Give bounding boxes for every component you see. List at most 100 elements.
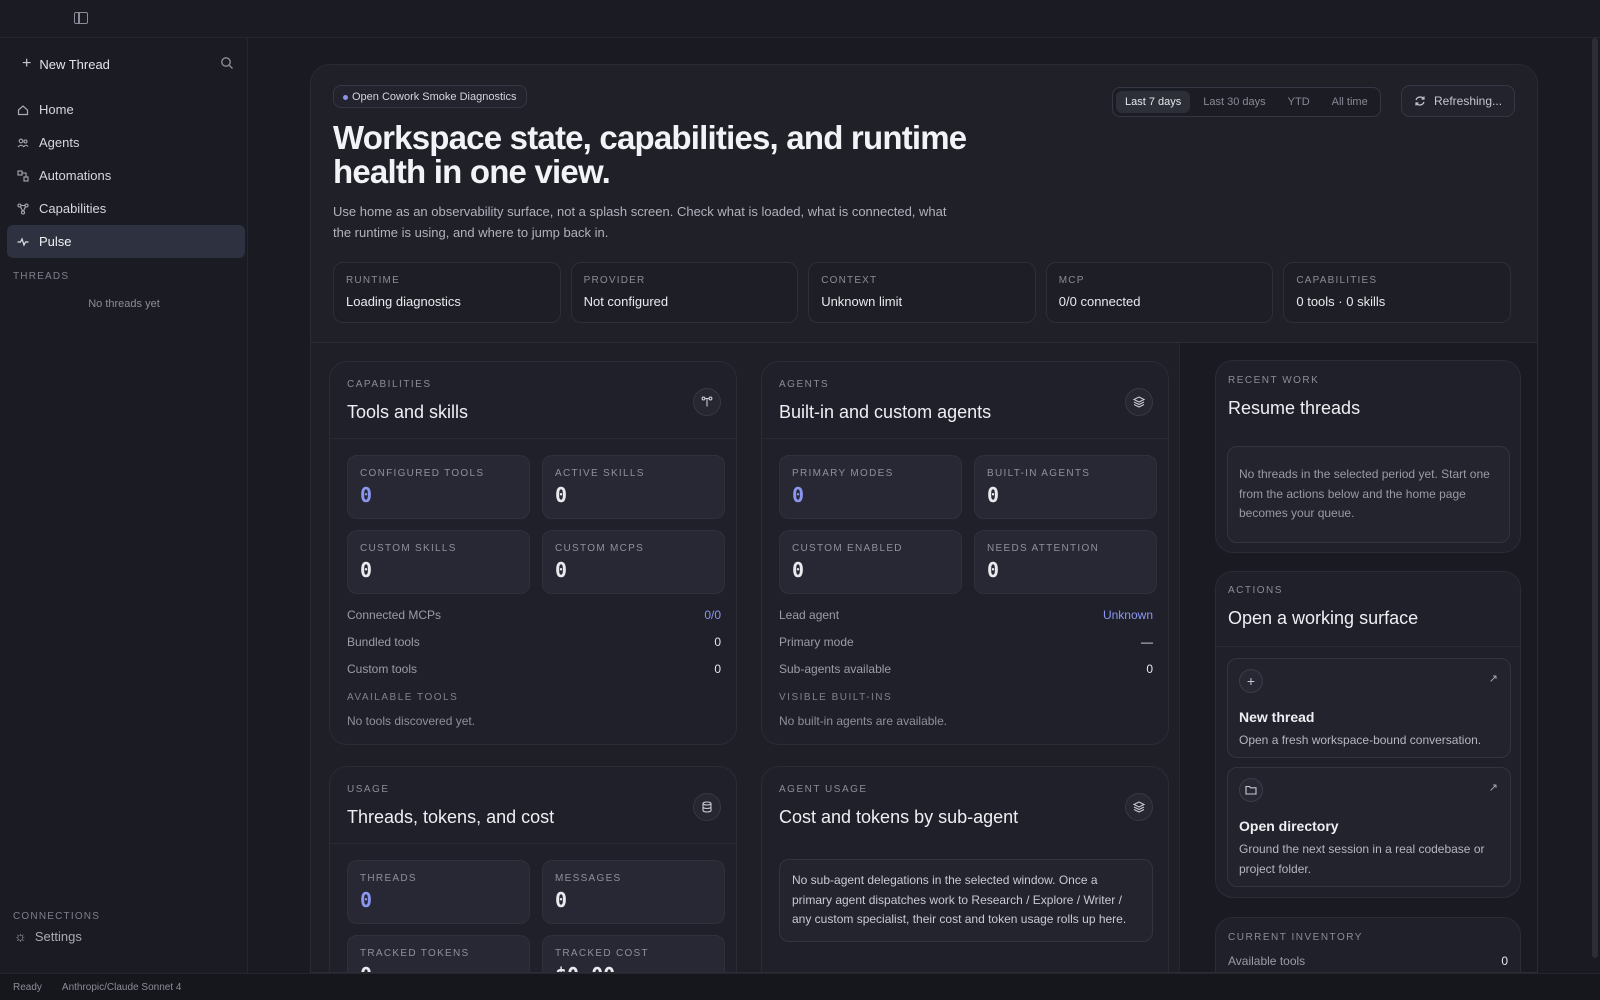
tile-label: MESSAGES — [555, 873, 622, 884]
sidebar-item-agents[interactable]: Agents — [7, 126, 245, 159]
range-last-30-days[interactable]: Last 30 days — [1194, 91, 1274, 113]
stat-label: RUNTIME — [346, 275, 400, 286]
agents-card-button[interactable] — [1125, 388, 1153, 416]
agent-usage-card: AGENT USAGE Cost and tokens by sub-agent… — [761, 766, 1169, 972]
search-icon — [221, 57, 233, 69]
agent-usage-card-button[interactable] — [1125, 793, 1153, 821]
row-lead-agent: Lead agent Unknown — [779, 608, 1153, 626]
new-thread-button[interactable]: + New Thread — [12, 49, 205, 79]
scrollbar[interactable] — [1590, 38, 1600, 973]
tile-custom-enabled: CUSTOM ENABLED 0 — [779, 530, 962, 594]
no-threads-text: No threads yet — [88, 298, 160, 310]
sidebar: + New Thread Home Agents Automations Cap… — [0, 38, 248, 973]
action-description: Open a fresh workspace-bound conversatio… — [1239, 733, 1482, 747]
tile-value: 0 — [792, 483, 805, 507]
tile-label: TRACKED TOKENS — [360, 948, 470, 959]
new-thread-action[interactable]: + ↗ New thread Open a fresh workspace-bo… — [1227, 658, 1511, 758]
available-tools-label: AVAILABLE TOOLS — [347, 692, 459, 703]
stat-provider: PROVIDER Not configured — [570, 262, 799, 323]
tile-custom-mcps: CUSTOM MCPS 0 — [542, 530, 725, 594]
stat-capabilities: CAPABILITIES 0 tools · 0 skills — [1283, 262, 1511, 323]
stat-label: MCP — [1058, 275, 1085, 286]
sidebar-item-automations[interactable]: Automations — [7, 159, 245, 192]
stat-label: PROVIDER — [583, 275, 646, 286]
refresh-button[interactable]: Refreshing... — [1401, 85, 1516, 117]
card-kicker: CAPABILITIES — [347, 379, 432, 390]
usage-card-button[interactable] — [693, 793, 721, 821]
available-tools-empty: No tools discovered yet. — [347, 714, 476, 728]
action-title: Open directory — [1239, 818, 1339, 834]
row-value: Unknown — [1102, 608, 1153, 622]
tile-needs-attention: NEEDS ATTENTION 0 — [974, 530, 1157, 594]
tile-tracked-cost: TRACKED COST $0.00 — [542, 935, 725, 972]
row-primary-mode: Primary mode — — [779, 635, 1153, 653]
stat-value: Not configured — [583, 294, 669, 309]
divider — [330, 843, 736, 844]
tile-value: 0 — [792, 558, 805, 582]
row-value: 0 — [1146, 662, 1153, 676]
model-indicator[interactable]: Anthropic/Claude Sonnet 4 — [62, 982, 182, 993]
card-title: Resume threads — [1228, 398, 1361, 418]
row-sub-agents: Sub-agents available 0 — [779, 662, 1153, 680]
workspace-pill[interactable]: Open Cowork Smoke Diagnostics — [333, 85, 528, 108]
title-bar — [0, 0, 1600, 38]
tile-label: NEEDS ATTENTION — [987, 543, 1100, 554]
row-value: 0 — [714, 662, 721, 676]
plus-icon: + — [22, 55, 32, 72]
card-kicker: CURRENT INVENTORY — [1228, 932, 1363, 943]
stat-context: CONTEXT Unknown limit — [808, 262, 1036, 323]
tile-label: CUSTOM SKILLS — [360, 543, 457, 554]
row-label: Primary mode — [779, 635, 854, 649]
range-all-time[interactable]: All time — [1323, 91, 1377, 113]
capabilities-card: CAPABILITIES Tools and skills CONFIGURED… — [329, 361, 737, 745]
users-icon — [17, 137, 29, 149]
stat-value: Unknown limit — [821, 294, 903, 309]
row-value: 0 — [1501, 954, 1508, 968]
sidebar-item-pulse[interactable]: Pulse — [7, 225, 245, 258]
tile-label: BUILT-IN AGENTS — [987, 468, 1091, 479]
tile-primary-modes: PRIMARY MODES 0 — [779, 455, 962, 519]
tile-tracked-tokens: TRACKED TOKENS 0 — [347, 935, 530, 972]
tile-label: ACTIVE SKILLS — [555, 468, 645, 479]
capabilities-icon — [701, 396, 713, 407]
sidebar-item-capabilities[interactable]: Capabilities — [7, 192, 245, 225]
action-title: New thread — [1239, 709, 1315, 725]
sidebar-item-label: Agents — [39, 135, 80, 150]
tile-configured-tools: CONFIGURED TOOLS 0 — [347, 455, 530, 519]
actions-card: ACTIONS Open a working surface + ↗ New t… — [1215, 571, 1521, 898]
row-bundled-tools: Bundled tools 0 — [347, 635, 721, 653]
row-value: — — [1141, 635, 1153, 649]
tile-value: 0 — [555, 558, 568, 582]
sidebar-toggle-icon[interactable] — [74, 12, 88, 24]
hero-section: Open Cowork Smoke Diagnostics Last 7 day… — [311, 65, 1537, 343]
capabilities-card-button[interactable] — [693, 388, 721, 416]
usage-card: USAGE Threads, tokens, and cost THREADS 0… — [329, 766, 737, 972]
card-title: Cost and tokens by sub-agent — [779, 807, 1019, 827]
row-label: Available tools — [1228, 954, 1306, 968]
sidebar-nav: Home Agents Automations Capabilities Pul… — [7, 93, 245, 258]
home-icon — [17, 104, 29, 116]
divider — [762, 438, 1168, 439]
sidebar-item-label: Automations — [39, 168, 112, 183]
range-ytd[interactable]: YTD — [1279, 91, 1319, 113]
refresh-label: Refreshing... — [1434, 94, 1503, 108]
status-text: Ready — [13, 981, 42, 993]
card-kicker: RECENT WORK — [1228, 375, 1320, 386]
open-directory-action[interactable]: ↗ Open directory Ground the next session… — [1227, 767, 1511, 887]
stat-label: CAPABILITIES — [1296, 275, 1378, 286]
time-range-selector: Last 7 days Last 30 days YTD All time — [1112, 87, 1381, 117]
scrollbar-thumb[interactable] — [1592, 38, 1598, 958]
divider — [330, 438, 736, 439]
row-connected-mcps: Connected MCPs 0/0 — [347, 608, 721, 626]
tile-value: 0 — [555, 483, 568, 507]
sidebar-item-home[interactable]: Home — [7, 93, 245, 126]
automations-icon — [17, 169, 29, 182]
recent-work-card: RECENT WORK Resume threads No threads in… — [1215, 360, 1521, 553]
search-button[interactable] — [216, 52, 238, 74]
folder-icon — [1239, 778, 1263, 802]
range-last-7-days[interactable]: Last 7 days — [1116, 91, 1191, 113]
external-arrow-icon: ↗ — [1488, 782, 1498, 794]
database-icon — [702, 801, 712, 813]
settings-button[interactable]: ☼ Settings — [14, 928, 82, 944]
recent-work-empty-message: No threads in the selected period yet. S… — [1227, 446, 1510, 543]
